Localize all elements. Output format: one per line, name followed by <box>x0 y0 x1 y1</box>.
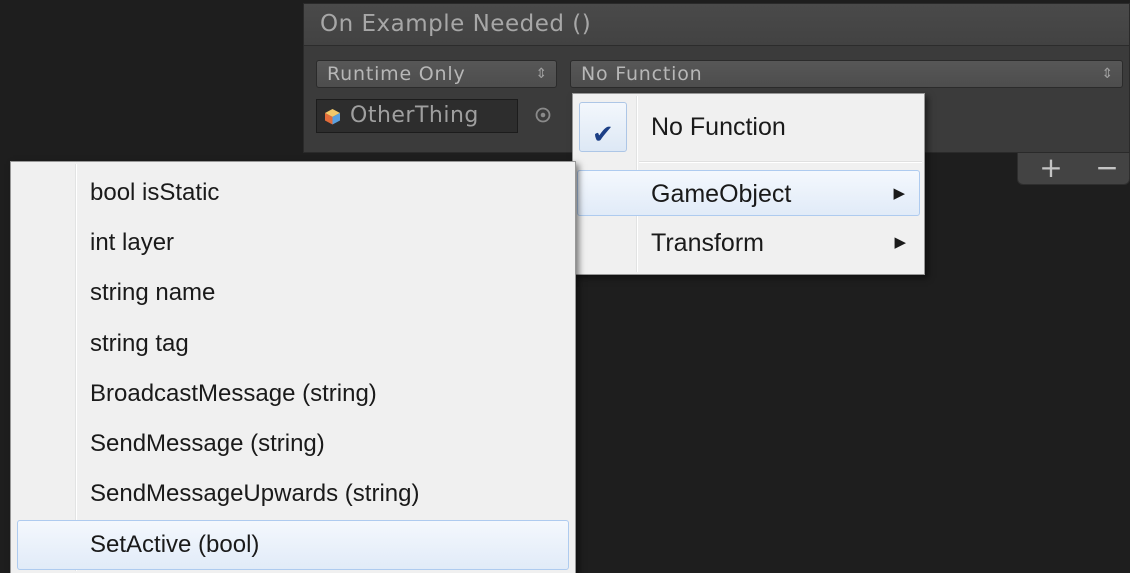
cube-icon <box>325 109 340 125</box>
submenu-item-label: string name <box>90 279 216 306</box>
remove-listener-button[interactable]: − <box>1092 154 1122 182</box>
submenu-item-label: SendMessage (string) <box>90 430 325 457</box>
add-listener-button[interactable]: + <box>1036 154 1066 182</box>
submenu-item-label: SendMessageUpwards (string) <box>90 480 420 507</box>
submenu-item-label: string tag <box>90 330 189 357</box>
menu-item-transform[interactable]: Transform ▶ <box>577 220 920 266</box>
checkmark-icon: ✔ <box>592 119 614 149</box>
target-object-name: OtherThing <box>350 103 479 128</box>
submenu-item-label: int layer <box>90 229 175 256</box>
submenu-item[interactable]: int layer <box>17 219 569 267</box>
unity-editor-view: On Example Needed () Runtime Only ⇕ No F… <box>0 0 1130 573</box>
submenu-item[interactable]: string tag <box>17 320 569 368</box>
submenu-item-label: SetActive (bool) <box>90 531 260 558</box>
function-context-menu: ✔ No Function GameObject ▶ Transform ▶ <box>572 93 925 275</box>
event-header: On Example Needed () <box>304 4 1129 46</box>
runtime-mode-label: Runtime Only <box>327 63 466 85</box>
submenu-item[interactable]: SendMessageUpwards (string) <box>17 470 569 518</box>
submenu-item[interactable]: string name <box>17 269 569 317</box>
submenu-item[interactable]: bool isStatic <box>17 169 569 217</box>
submenu-item-setactive[interactable]: SetActive (bool) <box>17 520 569 570</box>
runtime-mode-dropdown[interactable]: Runtime Only ⇕ <box>316 60 557 88</box>
function-dropdown-label: No Function <box>581 63 703 85</box>
menu-item-label: No Function <box>651 113 786 141</box>
function-dropdown[interactable]: No Function ⇕ <box>570 60 1123 88</box>
menu-item-label: GameObject <box>651 180 792 208</box>
gameobject-submenu: bool isStatic int layer string name stri… <box>10 161 576 573</box>
object-picker-icon[interactable] <box>534 106 552 124</box>
triangle-right-icon: ▶ <box>893 185 905 202</box>
checkmark-box: ✔ <box>579 102 627 152</box>
target-object-field[interactable]: OtherThing <box>316 99 518 133</box>
submenu-item[interactable]: SendMessage (string) <box>17 420 569 468</box>
menu-item-label: Transform <box>651 229 764 257</box>
event-title: On Example Needed () <box>320 11 592 37</box>
submenu-item-label: BroadcastMessage (string) <box>90 380 377 407</box>
up-down-arrow-icon: ⇕ <box>535 66 548 82</box>
triangle-right-icon: ▶ <box>894 234 906 251</box>
menu-item-no-function[interactable]: ✔ No Function <box>577 102 920 152</box>
up-down-arrow-icon: ⇕ <box>1101 66 1114 82</box>
list-add-remove-bar: + − <box>1017 153 1130 185</box>
submenu-item-label: bool isStatic <box>90 179 220 206</box>
menu-separator <box>639 161 922 163</box>
submenu-item[interactable]: BroadcastMessage (string) <box>17 370 569 418</box>
menu-item-gameobject[interactable]: GameObject ▶ <box>577 170 920 216</box>
